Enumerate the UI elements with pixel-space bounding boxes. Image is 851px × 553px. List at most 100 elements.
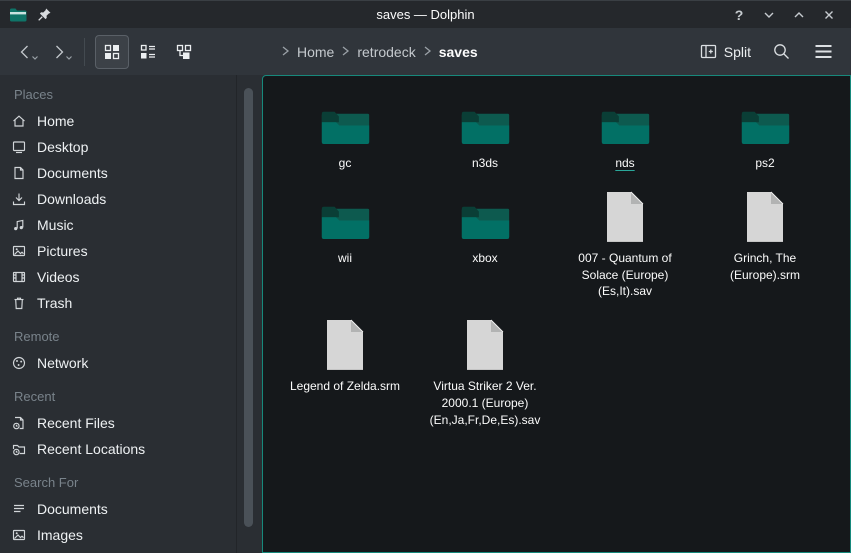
folder-view[interactable]: gc n3ds nds ps2 wii xbox 007 - Quantum of Sola… [262,75,851,553]
sidebar-item-label: Downloads [37,191,106,207]
details-view-button[interactable] [131,35,165,69]
file-item-legend-of-zelda-srm[interactable]: Legend of Zelda.​srm [275,313,415,428]
item-name: wii [338,250,352,267]
folder-item-xbox[interactable]: xbox [415,185,555,300]
sidebar-section-header: Search For [14,475,262,490]
recent-files-icon [11,415,27,431]
pin-icon[interactable] [37,7,52,22]
folder-icon [459,185,512,243]
main-area: Places Home Desktop Documents Downloads Music… [0,75,851,553]
close-button[interactable] [819,5,839,25]
video-icon [11,269,27,285]
file-icon [605,185,645,243]
trash-icon [11,295,27,311]
tree-view-icon [175,43,193,61]
desktop-icon [11,139,27,155]
sidebar-item-label: Documents [37,165,108,181]
sidebar-item-recent-files[interactable]: Recent Files [0,410,262,436]
folder-icon [319,90,372,148]
sidebar-item-desktop[interactable]: Desktop [0,134,262,160]
file-item-virtua-striker-2-ver-2000-1-europe-en-ja-fr-de-es-sav[interactable]: Virtua Striker 2 Ver.​ 2000.​1 (Europe) … [415,313,555,428]
chevron-up-icon [791,7,807,23]
breadcrumb-item-retrodeck[interactable]: retrodeck [357,44,415,60]
titlebar: saves — Dolphin ? [0,0,851,28]
app-folder-icon [9,7,27,22]
sidebar-item-music[interactable]: Music [0,212,262,238]
help-icon: ? [735,7,744,23]
item-name: Virtua Striker 2 Ver.​ 2000.​1 (Europe) … [429,378,541,428]
breadcrumb-item-current[interactable]: saves [439,44,478,60]
back-dropdown-icon[interactable] [31,48,39,66]
sidebar-item-images[interactable]: Images [0,522,262,548]
sidebar-item-downloads[interactable]: Downloads [0,186,262,212]
item-name: nds [615,155,634,172]
sidebar-item-videos[interactable]: Videos [0,264,262,290]
split-button-label: Split [724,44,751,60]
sidebar-item-network[interactable]: Network [0,350,262,376]
maximize-button[interactable] [789,5,809,25]
details-view-icon [139,43,157,61]
minimize-button[interactable] [759,5,779,25]
back-button[interactable] [12,37,38,67]
icons-view-icon [103,43,121,61]
folder-item-wii[interactable]: wii [275,185,415,300]
sidebar-item-label: Trash [37,295,72,311]
forward-button[interactable] [46,37,72,67]
sidebar-item-home[interactable]: Home [0,108,262,134]
folder-item-nds[interactable]: nds [555,90,695,172]
sidebar-scrollbar[interactable] [244,88,253,527]
places-panel: Places Home Desktop Documents Downloads Music… [0,75,262,553]
image-icon [11,243,27,259]
file-icon [745,185,785,243]
sidebar-item-documents[interactable]: Documents [0,160,262,186]
search-button[interactable] [769,40,793,64]
home-icon [11,113,27,129]
icons-view-button[interactable] [95,35,129,69]
forward-dropdown-icon[interactable] [65,48,73,66]
file-item-007-quantum-of-solace-europe-es-it-sav[interactable]: 007 - Quantum of Solace (Europe) (Es,It)… [555,185,695,300]
document-icon [11,165,27,181]
sidebar-item-documents[interactable]: Documents [0,496,262,522]
split-button[interactable]: Split [700,44,751,60]
folder-item-ps2[interactable]: ps2 [695,90,835,172]
sidebar-item-recent-locations[interactable]: Recent Locations [0,436,262,462]
menu-button[interactable] [811,40,835,64]
breadcrumb-item-home[interactable]: Home [297,44,334,60]
music-icon [11,217,27,233]
breadcrumb: Home retrodeck saves [281,44,700,60]
sidebar-item-label: Desktop [37,139,88,155]
sidebar-item-label: Music [37,217,74,233]
network-icon [11,355,27,371]
sidebar-item-pictures[interactable]: Pictures [0,238,262,264]
item-name: 007 - Quantum of Solace (Europe) (Es,It)… [569,250,681,300]
folder-icon [319,185,372,243]
item-name: n3ds [472,155,498,172]
folder-icon [459,90,512,148]
chevron-right-icon [281,44,290,60]
sidebar-item-audio[interactable]: Audio [0,548,262,553]
chevron-right-icon [341,44,350,60]
help-button[interactable]: ? [729,5,749,25]
item-name: gc [339,155,352,172]
sidebar-section-header: Places [14,87,262,102]
sidebar-item-label: Documents [37,501,108,517]
folder-item-n3ds[interactable]: n3ds [415,90,555,172]
download-icon [11,191,27,207]
search-icon [772,42,791,61]
file-icon [465,313,505,371]
close-icon [821,7,837,23]
sidebar-item-label: Videos [37,269,80,285]
sidebar-section-header: Recent [14,389,262,404]
item-name: xbox [472,250,497,267]
item-name: Legend of Zelda.​srm [290,378,400,395]
dolphin-window: saves — Dolphin ? [0,0,851,553]
item-name: ps2 [755,155,774,172]
sidebar-item-trash[interactable]: Trash [0,290,262,316]
sidebar-item-label: Recent Locations [37,441,145,457]
window-title: saves — Dolphin [0,7,851,22]
tree-view-button[interactable] [167,35,201,69]
hamburger-icon [814,44,833,59]
file-item-grinch-the-europe-srm[interactable]: Grinch, The (Europe).​srm [695,185,835,300]
folder-item-gc[interactable]: gc [275,90,415,172]
sidebar-item-label: Images [37,527,83,543]
